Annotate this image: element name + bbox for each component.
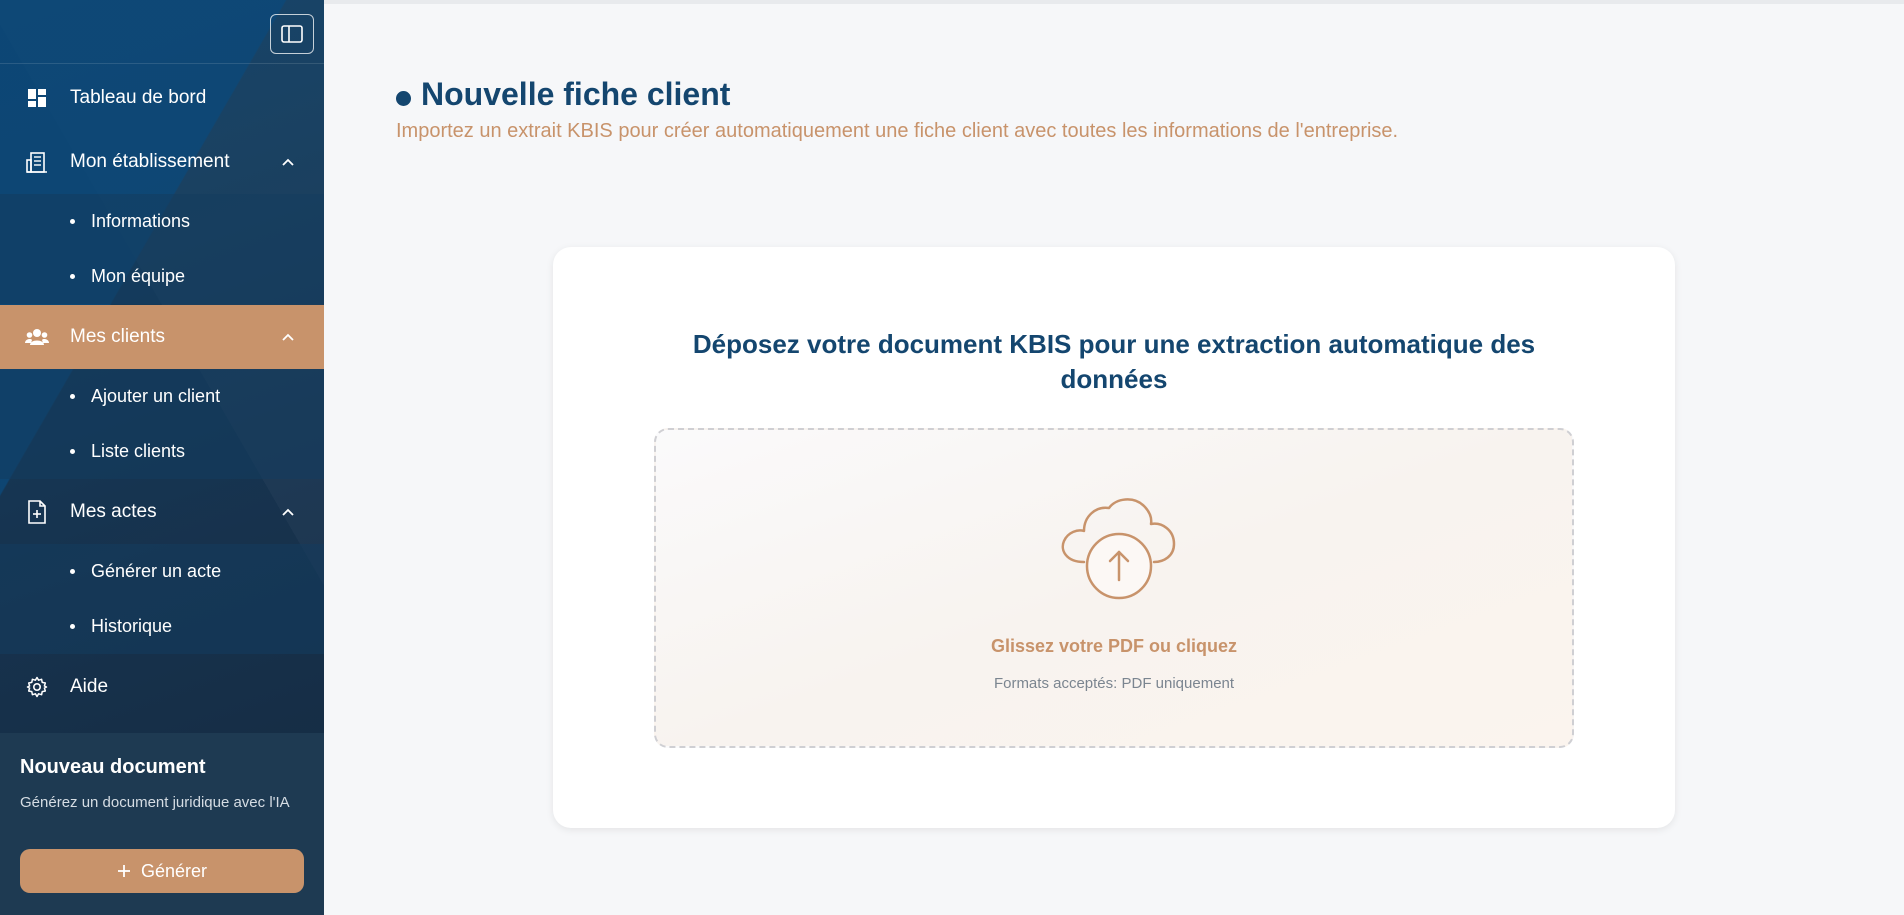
pdf-dropzone[interactable]: Glissez votre PDF ou cliquez Formats acc… bbox=[654, 428, 1574, 748]
bullet-icon bbox=[70, 449, 75, 454]
sidebar-toggle-icon bbox=[281, 25, 303, 43]
page-title: Nouvelle fiche client bbox=[421, 76, 731, 112]
bullet-icon bbox=[70, 569, 75, 574]
main-content: Nouvelle fiche client Importez un extrai… bbox=[324, 0, 1904, 915]
new-document-description: Générez un document juridique avec l'IA bbox=[20, 794, 290, 811]
dropzone-formats-text: Formats acceptés: PDF uniquement bbox=[993, 675, 1235, 692]
generate-button[interactable]: Générer bbox=[20, 849, 304, 893]
sidebar-subitem-informations[interactable]: Informations bbox=[0, 194, 324, 249]
chevron-up-icon[interactable] bbox=[280, 154, 296, 170]
sidebar-item-label: Mes clients bbox=[70, 326, 166, 347]
generate-button-label: Générer bbox=[140, 860, 208, 881]
new-document-title: Nouveau document bbox=[20, 756, 206, 778]
sidebar-subitem-historique[interactable]: Historique bbox=[0, 599, 324, 654]
bullet-icon bbox=[70, 219, 75, 224]
sidebar-item-tableau-de-bord[interactable]: Tableau de bord bbox=[0, 66, 324, 130]
sidebar-header bbox=[0, 0, 324, 64]
new-document-panel: Nouveau document Générez un document jur… bbox=[0, 733, 324, 915]
dropzone-main-text: Glissez votre PDF ou cliquez bbox=[990, 636, 1238, 656]
sidebar-toggle-button[interactable] bbox=[270, 14, 314, 54]
sidebar-item-mes-clients[interactable]: Mes clients bbox=[0, 305, 324, 369]
sidebar-subitem-mon-equipe[interactable]: Mon équipe bbox=[0, 249, 324, 304]
cloud-upload-icon bbox=[1061, 498, 1176, 600]
sidebar-subitem-label: Historique bbox=[91, 616, 173, 636]
page-header: Nouvelle fiche client bbox=[396, 76, 730, 113]
sidebar-item-mes-actes[interactable]: Mes actes bbox=[0, 480, 324, 544]
sidebar-subitem-label: Informations bbox=[91, 211, 191, 231]
sidebar-item-mon-etablissement[interactable]: Mon établissement bbox=[0, 130, 324, 194]
sidebar-subitem-label: Liste clients bbox=[91, 441, 186, 461]
bullet-icon bbox=[70, 274, 75, 279]
gear-icon bbox=[25, 675, 49, 699]
sidebar-subitem-label: Générer un acte bbox=[91, 561, 222, 581]
submenu-mes-clients: Ajouter un client Liste clients bbox=[0, 369, 324, 479]
sidebar-subitem-label: Ajouter un client bbox=[91, 386, 221, 406]
submenu-mes-actes: Générer un acte Historique bbox=[0, 544, 324, 654]
page-subtitle: Importez un extrait KBIS pour créer auto… bbox=[396, 120, 1399, 142]
sidebar-item-label: Aide bbox=[70, 676, 109, 697]
building-icon bbox=[25, 150, 49, 174]
users-icon bbox=[25, 325, 49, 349]
chevron-up-icon[interactable] bbox=[280, 504, 296, 520]
sidebar-subitem-label: Mon équipe bbox=[91, 266, 186, 286]
sidebar-item-label: Tableau de bord bbox=[70, 87, 207, 108]
title-bullet-icon bbox=[396, 91, 411, 106]
sidebar-subitem-ajouter-un-client[interactable]: Ajouter un client bbox=[0, 369, 324, 424]
sidebar: Tableau de bord Mon établissement Inform… bbox=[0, 0, 324, 915]
plus-icon bbox=[117, 865, 130, 877]
dashboard-icon bbox=[25, 86, 49, 110]
submenu-mon-etablissement: Informations Mon équipe bbox=[0, 194, 324, 304]
bullet-icon bbox=[70, 624, 75, 629]
sidebar-item-label: Mon établissement bbox=[70, 151, 230, 172]
sidebar-subitem-liste-clients[interactable]: Liste clients bbox=[0, 424, 324, 479]
sidebar-item-aide[interactable]: Aide bbox=[0, 655, 324, 719]
bullet-icon bbox=[70, 394, 75, 399]
sidebar-item-label: Mes actes bbox=[70, 501, 157, 522]
sidebar-subitem-generer-un-acte[interactable]: Générer un acte bbox=[0, 544, 324, 599]
upload-card-heading: Déposez votre document KBIS pour une ext… bbox=[692, 329, 1536, 394]
upload-card: Déposez votre document KBIS pour une ext… bbox=[553, 247, 1675, 828]
file-plus-icon bbox=[25, 500, 49, 524]
chevron-up-icon[interactable] bbox=[280, 329, 296, 345]
